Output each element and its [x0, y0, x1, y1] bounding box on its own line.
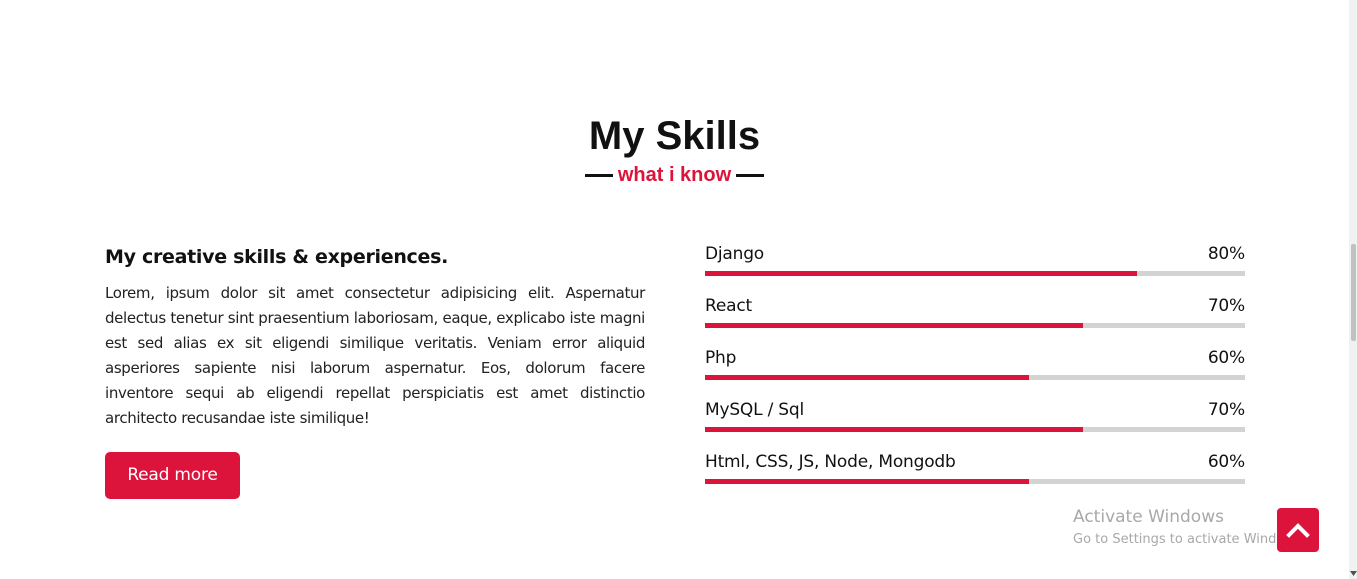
- section-subtitle-row: what i know: [0, 162, 1349, 188]
- skill-item: Php 60%: [705, 345, 1245, 397]
- subtitle-divider-left: [584, 173, 613, 177]
- read-more-button[interactable]: Read more: [105, 452, 240, 499]
- skills-list: Django 80% React 70% Php 60% MySQL / Sql…: [705, 241, 1245, 501]
- activate-windows-watermark: Activate Windows Go to Settings to activ…: [1073, 506, 1306, 551]
- subtitle-divider-right: [736, 173, 765, 177]
- skill-bar-track: [705, 323, 1245, 328]
- chevron-up-icon: [1286, 523, 1310, 538]
- skill-bar-fill: [705, 323, 1083, 328]
- skill-percent: 60%: [1207, 452, 1245, 472]
- skills-section: My Skills what i know My creative skills…: [0, 0, 1357, 579]
- skill-bar-track: [705, 479, 1245, 484]
- skill-name: Php: [705, 348, 737, 368]
- skill-bar-track: [705, 271, 1245, 276]
- scroll-to-top-button[interactable]: [1277, 508, 1319, 552]
- skill-item: Html, CSS, JS, Node, Mongodb 60%: [705, 449, 1245, 501]
- about-heading: My creative skills & experiences.: [105, 246, 449, 268]
- skill-percent: 70%: [1207, 400, 1245, 420]
- skill-bar-track: [705, 427, 1245, 432]
- scrollbar-down-arrow[interactable]: [1350, 569, 1357, 577]
- skill-percent: 80%: [1207, 244, 1245, 264]
- skill-bar-track: [705, 375, 1245, 380]
- about-column: My creative skills & experiences. Lorem,…: [105, 244, 645, 431]
- skill-bar-fill: [705, 427, 1083, 432]
- activate-windows-title: Activate Windows: [1073, 507, 1224, 527]
- section-title: My Skills: [588, 114, 761, 158]
- section-subtitle: what i know: [617, 164, 732, 186]
- skill-name: Html, CSS, JS, Node, Mongodb: [705, 452, 956, 472]
- scrollbar-thumb[interactable]: [1351, 244, 1356, 341]
- skill-bar-fill: [705, 479, 1029, 484]
- skill-percent: 70%: [1207, 296, 1245, 316]
- skill-name: React: [705, 296, 752, 316]
- skill-name: MySQL / Sql: [705, 400, 805, 420]
- caret-down-icon: [1350, 570, 1357, 576]
- skill-bar-fill: [705, 271, 1137, 276]
- about-text: Lorem, ipsum dolor sit amet consectetur …: [105, 284, 645, 427]
- skill-bar-fill: [705, 375, 1029, 380]
- skill-item: Django 80%: [705, 241, 1245, 293]
- skill-item: MySQL / Sql 70%: [705, 397, 1245, 449]
- skill-item: React 70%: [705, 293, 1245, 345]
- skill-percent: 60%: [1207, 348, 1245, 368]
- activate-windows-subtitle: Go to Settings to activate Windows.: [1073, 532, 1306, 547]
- skill-name: Django: [705, 244, 764, 264]
